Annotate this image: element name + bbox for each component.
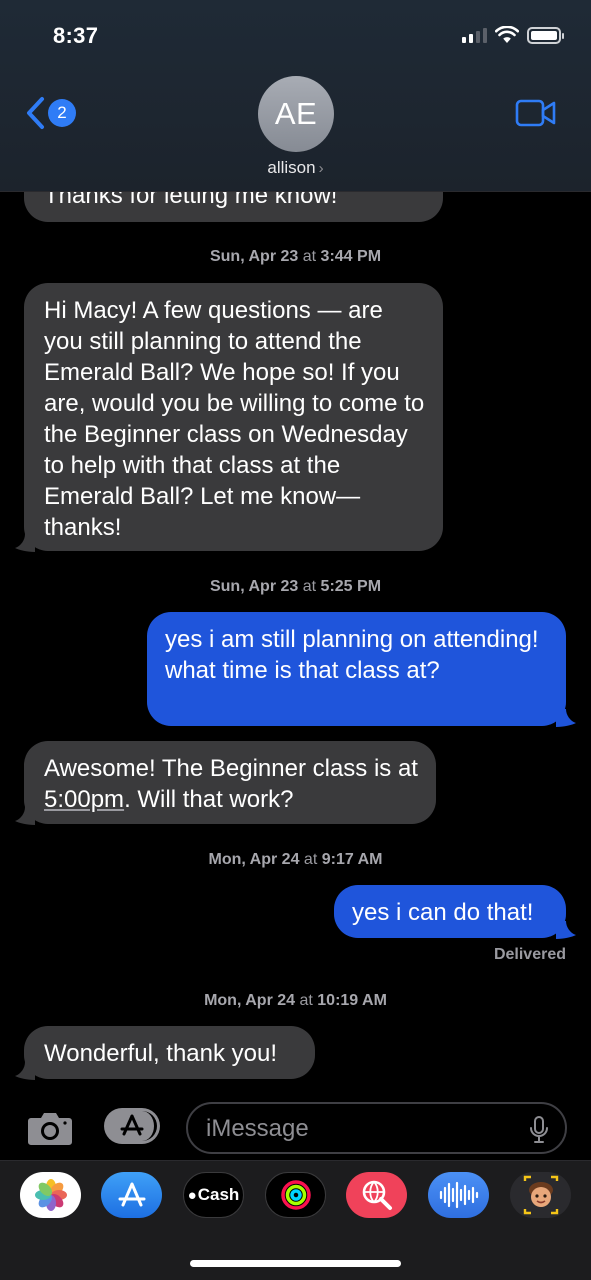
time-link[interactable]: 5:00pm [44,786,124,813]
unread-count-badge: 2 [48,99,76,127]
message-text: . Will that work? [124,786,294,813]
app-drawer: ● Cash [0,1160,591,1280]
chevron-right-icon: › [318,160,324,177]
apple-cash-label: Cash [197,1185,240,1204]
battery-icon [527,26,564,44]
wifi-icon [495,26,519,43]
message-bubble-incoming[interactable]: Wonderful, thank you! [24,1026,315,1079]
app-store-app-icon[interactable] [101,1172,162,1218]
bubble-tail [556,921,576,939]
memoji-app-icon[interactable] [510,1172,571,1218]
cellular-signal-icon [462,27,487,43]
timestamp: Mon, Apr 24 at 10:19 AM [204,992,387,1009]
facetime-video-button[interactable] [515,98,557,133]
contact-avatar[interactable]: AE [258,76,334,152]
bubble-tail [556,709,576,727]
activity-app-icon[interactable] [265,1172,326,1218]
message-bubble-outgoing[interactable]: yes i can do that! [334,885,566,938]
message-text: Wonderful, thank you! [44,1040,278,1067]
message-text: Hi Macy! A few questions — are you still… [44,297,425,541]
status-icons [462,26,564,44]
message-bubble-outgoing[interactable]: yes i am still planning on attending! wh… [147,612,566,726]
photos-app-icon[interactable] [20,1172,81,1218]
images-search-app-icon[interactable] [346,1172,407,1218]
message-input-placeholder: iMessage [206,1115,309,1142]
photos-icon [34,1179,67,1211]
app-store-button[interactable] [104,1108,160,1144]
apple-logo-icon: ● [187,1186,197,1204]
timestamp: Sun, Apr 23 at 3:44 PM [209,248,382,265]
message-text: yes i can do that! [352,899,534,926]
app-store-icon [120,1114,144,1136]
camera-button[interactable] [27,1110,73,1151]
chevron-left-icon [27,97,44,129]
apple-cash-app-icon[interactable]: ● Cash [183,1172,244,1218]
back-button[interactable]: 2 [24,96,76,130]
home-indicator[interactable] [190,1260,401,1267]
bubble-tail [15,534,35,552]
delivered-status: Delivered [493,946,566,963]
memoji-face-icon [523,1175,558,1215]
message-text: yes i am still planning on attending! wh… [165,626,539,684]
timestamp: Mon, Apr 24 at 9:17 AM [208,851,383,868]
message-text: Awesome! The Beginner class is at [44,755,418,782]
camera-icon [28,1113,72,1145]
bubble-tail [15,807,35,825]
message-bubble-incoming[interactable]: Awesome! The Beginner class is at 5:00pm… [24,741,436,824]
waveform-icon [439,1181,478,1209]
message-input[interactable]: iMessage [186,1102,567,1154]
globe-search-icon [362,1180,392,1210]
video-camera-icon [515,99,556,127]
microphone-icon[interactable] [529,1115,549,1145]
timestamp: Sun, Apr 23 at 5:25 PM [209,578,382,595]
status-time: 8:37 [53,23,99,48]
contact-name[interactable]: allison › [0,158,591,178]
conversation-header: 8:37 2 AE allison › [0,0,591,192]
audio-message-app-icon[interactable] [428,1172,489,1218]
bubble-tail [15,1062,35,1080]
contact-name-label: allison [267,158,316,177]
compose-bar: iMessage [0,1098,591,1158]
activity-rings-icon [280,1180,311,1210]
app-store-glyph-icon [118,1182,145,1207]
message-bubble-incoming[interactable]: Hi Macy! A few questions — are you still… [24,283,443,551]
